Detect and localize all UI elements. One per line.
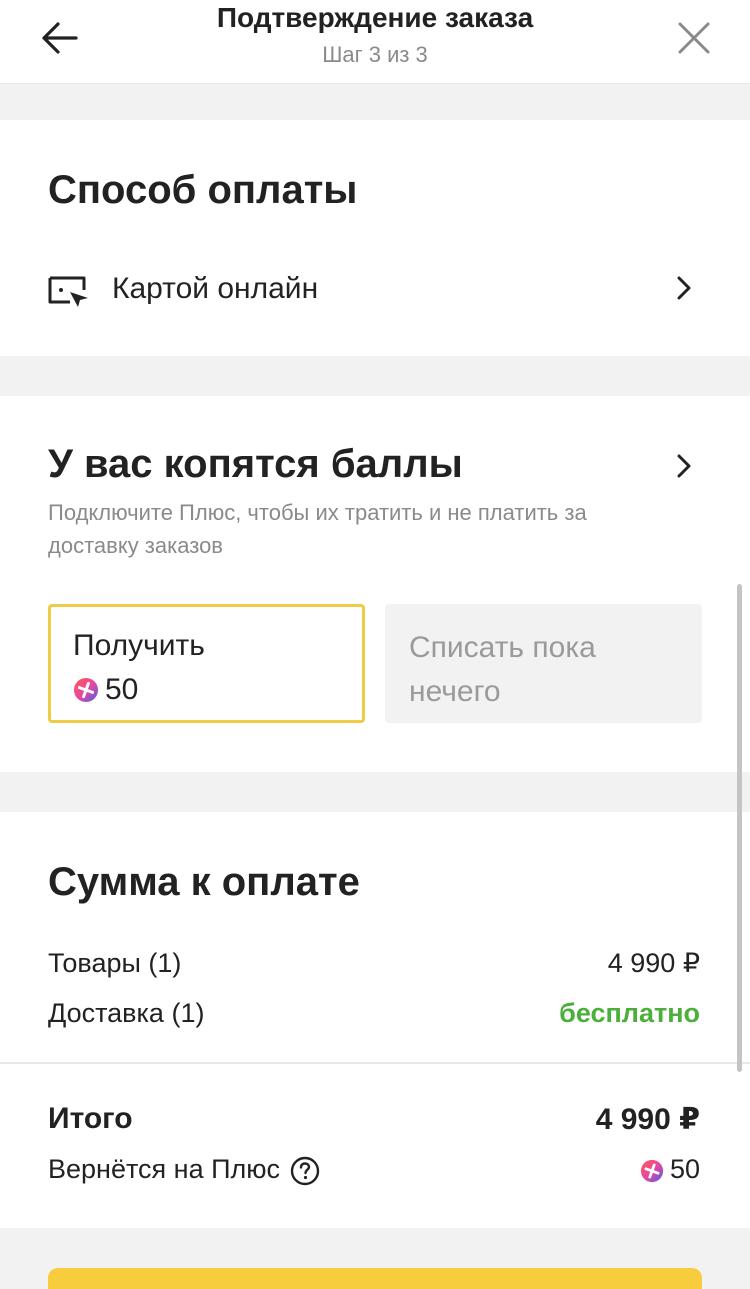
total-label: Итого bbox=[48, 1102, 133, 1135]
points-description: Подключите Плюс, чтобы их тратить и не п… bbox=[48, 500, 587, 558]
divider bbox=[0, 1062, 750, 1064]
close-button[interactable] bbox=[674, 18, 714, 58]
points-section: У вас копятся баллы Подключите Плюс, что… bbox=[0, 396, 750, 772]
plus-return-value: 50 bbox=[669, 1154, 700, 1184]
payment-method-label: Картой онлайн bbox=[112, 272, 319, 305]
payment-section-title: Способ оплаты bbox=[48, 168, 358, 212]
delivery-label: Доставка (1) bbox=[48, 998, 205, 1028]
items-label: Товары (1) bbox=[48, 948, 182, 978]
confirm-order-button[interactable] bbox=[48, 1268, 702, 1289]
delivery-value: бесплатно bbox=[559, 998, 700, 1028]
plus-return-row: Вернётся на Плюс 50 bbox=[48, 1154, 700, 1194]
payment-method-section: Способ оплаты Картой онлайн bbox=[0, 120, 750, 356]
delivery-row: Доставка (1) бесплатно bbox=[48, 998, 700, 1038]
order-summary-section: Сумма к оплате Товары (1) 4 990 ₽ Достав… bbox=[0, 812, 750, 1228]
top-bar: Подтверждение заказа Шаг 3 из 3 bbox=[0, 0, 750, 84]
summary-section-title: Сумма к оплате bbox=[48, 860, 360, 904]
card-payment-icon bbox=[48, 276, 88, 307]
spend-points-option: Списать пока нечего bbox=[385, 604, 702, 723]
get-points-value: 50 bbox=[105, 673, 139, 706]
page-title: Подтверждение заказа bbox=[216, 2, 534, 33]
total-row: Итого 4 990 ₽ bbox=[48, 1102, 700, 1142]
plus-return-label: Вернётся на Плюс bbox=[48, 1154, 280, 1184]
payment-method-row[interactable]: Картой онлайн bbox=[0, 258, 750, 322]
get-points-label: Получить bbox=[73, 629, 205, 662]
get-points-option[interactable]: Получить 50 bbox=[48, 604, 365, 723]
points-section-title: У вас копятся баллы bbox=[48, 442, 463, 486]
scrollbar[interactable] bbox=[737, 584, 742, 1072]
spend-points-label: Списать пока нечего bbox=[409, 631, 596, 708]
items-value: 4 990 ₽ bbox=[607, 948, 700, 978]
chevron-right-icon bbox=[677, 454, 691, 478]
step-indicator: Шаг 3 из 3 bbox=[322, 42, 428, 67]
total-value: 4 990 ₽ bbox=[595, 1103, 700, 1136]
items-row: Товары (1) 4 990 ₽ bbox=[48, 948, 700, 988]
plus-points-icon bbox=[640, 1159, 664, 1183]
chevron-right-icon bbox=[677, 276, 691, 300]
question-icon[interactable] bbox=[290, 1156, 320, 1186]
points-info-row[interactable]: У вас копятся баллы bbox=[0, 440, 750, 500]
plus-points-icon bbox=[74, 678, 98, 702]
close-icon bbox=[678, 22, 710, 54]
